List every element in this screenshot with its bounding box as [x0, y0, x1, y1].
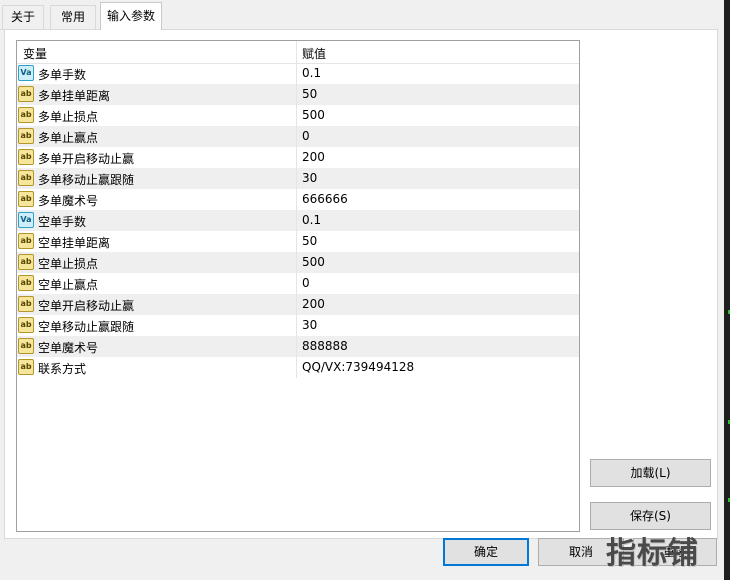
tab-input-params[interactable]: 输入参数: [100, 2, 162, 30]
integer-value-icon: ab: [18, 317, 34, 333]
variable-value[interactable]: 888888: [302, 339, 348, 353]
integer-value-icon: ab: [18, 86, 34, 102]
variable-value[interactable]: 0.1: [302, 213, 321, 227]
cell-separator: [296, 273, 297, 294]
variable-value[interactable]: 0: [302, 276, 310, 290]
table-row[interactable]: ab 空单止损点 500: [17, 252, 579, 273]
table-row[interactable]: Va 多单手数 0.1: [17, 63, 579, 84]
table-row[interactable]: ab 空单移动止赢跟随 30: [17, 315, 579, 336]
cell-separator: [296, 147, 297, 168]
table-row[interactable]: ab 联系方式 QQ/VX:739494128: [17, 357, 579, 378]
cell-separator: [296, 231, 297, 252]
chart-edge: [724, 0, 730, 580]
variable-value[interactable]: 200: [302, 297, 325, 311]
variable-value[interactable]: 0: [302, 129, 310, 143]
integer-value-icon: ab: [18, 359, 34, 375]
variable-name: 多单手数: [38, 68, 87, 82]
variable-name: 联系方式: [38, 362, 87, 376]
tab-common[interactable]: 常用: [50, 5, 96, 29]
parameters-list[interactable]: 变量 赋值 Va 多单手数 0.1 ab 多单挂单距离 50 ab 多单止损点 500 ab 多单止…: [16, 40, 580, 532]
table-row[interactable]: ab 多单止赢点 0: [17, 126, 579, 147]
variable-name: 空单手数: [38, 215, 87, 229]
variable-value[interactable]: 50: [302, 234, 317, 248]
variable-value[interactable]: 50: [302, 87, 317, 101]
load-button[interactable]: 加载(L): [590, 459, 711, 487]
tab-strip: 关于 常用 输入参数: [0, 0, 730, 30]
variable-value[interactable]: 200: [302, 150, 325, 164]
integer-value-icon: ab: [18, 191, 34, 207]
cell-separator: [296, 189, 297, 210]
double-value-icon: Va: [18, 65, 34, 81]
integer-value-icon: ab: [18, 275, 34, 291]
variable-name: 多单开启移动止赢: [38, 152, 135, 166]
variable-name: 空单开启移动止赢: [38, 299, 135, 313]
table-row[interactable]: ab 多单挂单距离 50: [17, 84, 579, 105]
integer-value-icon: ab: [18, 338, 34, 354]
cell-separator: [296, 357, 297, 378]
column-header-variable[interactable]: 变量: [23, 45, 47, 62]
cell-separator: [296, 126, 297, 147]
cell-separator: [296, 336, 297, 357]
variable-name: 空单魔术号: [38, 341, 99, 355]
integer-value-icon: ab: [18, 149, 34, 165]
ok-button[interactable]: 确定: [443, 538, 529, 566]
variable-name: 空单止损点: [38, 257, 99, 271]
variable-value[interactable]: QQ/VX:739494128: [302, 360, 414, 374]
cell-separator: [296, 84, 297, 105]
table-row[interactable]: ab 空单挂单距离 50: [17, 231, 579, 252]
variable-name: 多单止赢点: [38, 131, 99, 145]
cell-separator: [296, 63, 297, 84]
table-row[interactable]: Va 空单手数 0.1: [17, 210, 579, 231]
variable-value[interactable]: 30: [302, 318, 317, 332]
cell-separator: [296, 315, 297, 336]
variable-value[interactable]: 500: [302, 255, 325, 269]
save-button[interactable]: 保存(S): [590, 502, 711, 530]
column-header-value[interactable]: 赋值: [302, 45, 326, 62]
variable-value[interactable]: 666666: [302, 192, 348, 206]
cell-separator: [296, 294, 297, 315]
integer-value-icon: ab: [18, 233, 34, 249]
integer-value-icon: ab: [18, 107, 34, 123]
integer-value-icon: ab: [18, 128, 34, 144]
table-row[interactable]: ab 多单移动止赢跟随 30: [17, 168, 579, 189]
variable-name: 多单移动止赢跟随: [38, 173, 135, 187]
cell-separator: [296, 168, 297, 189]
variable-value[interactable]: 0.1: [302, 66, 321, 80]
cell-separator: [296, 105, 297, 126]
column-separator[interactable]: [296, 41, 297, 63]
tab-about[interactable]: 关于: [2, 5, 44, 29]
cell-separator: [296, 210, 297, 231]
variable-name: 空单挂单距离: [38, 236, 111, 250]
variable-name: 空单移动止赢跟随: [38, 320, 135, 334]
list-header: 变量 赋值: [17, 41, 579, 64]
variable-name: 多单止损点: [38, 110, 99, 124]
variable-name: 多单魔术号: [38, 194, 99, 208]
cell-separator: [296, 252, 297, 273]
variable-value[interactable]: 30: [302, 171, 317, 185]
watermark-logo: 指标铺: [606, 536, 699, 571]
double-value-icon: Va: [18, 212, 34, 228]
table-row[interactable]: ab 多单止损点 500: [17, 105, 579, 126]
table-row[interactable]: ab 空单魔术号 888888: [17, 336, 579, 357]
table-row[interactable]: ab 空单开启移动止赢 200: [17, 294, 579, 315]
variable-name: 空单止赢点: [38, 278, 99, 292]
background-chart-strip: [718, 0, 730, 580]
table-row[interactable]: ab 多单魔术号 666666: [17, 189, 579, 210]
integer-value-icon: ab: [18, 296, 34, 312]
table-row[interactable]: ab 多单开启移动止赢 200: [17, 147, 579, 168]
integer-value-icon: ab: [18, 254, 34, 270]
variable-value[interactable]: 500: [302, 108, 325, 122]
table-row[interactable]: ab 空单止赢点 0: [17, 273, 579, 294]
variable-name: 多单挂单距离: [38, 89, 111, 103]
integer-value-icon: ab: [18, 170, 34, 186]
